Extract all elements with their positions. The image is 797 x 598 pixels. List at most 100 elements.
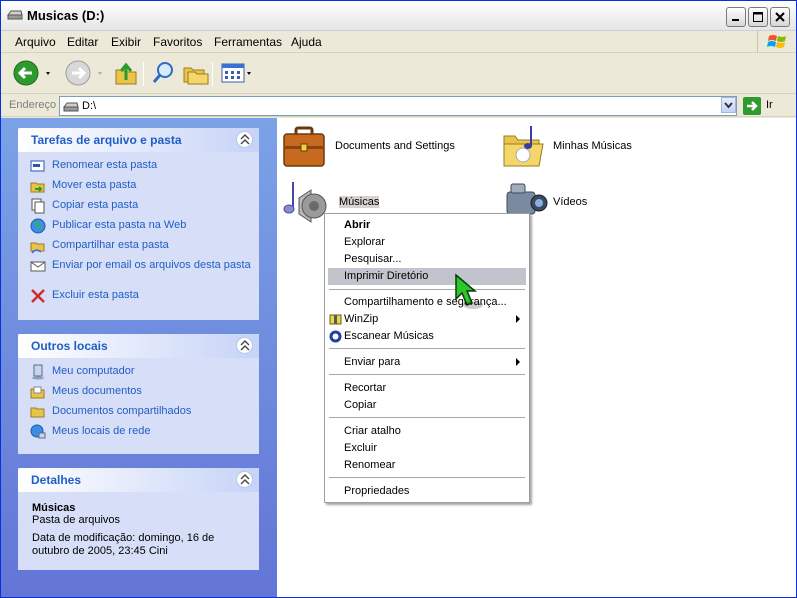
title-bar[interactable]: Musicas (D:) [1,1,796,31]
collapse-button[interactable] [236,337,253,354]
minimize-button[interactable] [726,7,746,27]
menu-bar: Arquivo Editar Exibir Favoritos Ferramen… [1,31,796,53]
details-modified: Data de modificação: domingo, 16 de outu… [32,532,215,557]
menu-separator [329,417,525,418]
close-button[interactable] [770,7,790,27]
menu-item-cut[interactable]: Recortar [328,380,526,397]
forward-button[interactable] [65,60,107,91]
up-folder-button[interactable] [114,60,140,91]
folder-icon [30,407,45,418]
address-value: D:\ [82,100,97,112]
menu-exibir[interactable]: Exibir [111,35,141,49]
task-delete-folder[interactable]: Excluir esta pasta [30,288,251,308]
chevron-up-icon [240,474,250,485]
search-icon [152,62,173,83]
collapse-button[interactable] [236,471,253,488]
windows-flag-icon [767,35,786,48]
task-email-files[interactable]: Enviar por email os arquivos desta pasta [30,258,251,288]
address-input[interactable]: D:\ [59,96,737,116]
menu-item-rename[interactable]: Renomear [328,457,526,474]
mouse-cursor-icon [455,273,483,309]
back-button[interactable] [13,60,55,91]
menu-separator [329,374,525,375]
explorer-window: Musicas (D:) Arquivo Editar Exibir Favor… [0,0,797,598]
back-arrow-icon [13,60,50,86]
address-label: Endereço [9,99,57,111]
panel-file-tasks-header[interactable]: Tarefas de arquivo e pasta [18,128,259,152]
menu-item-open[interactable]: Abrir [328,217,526,234]
go-arrow-icon [747,101,758,111]
menu-separator [329,477,525,478]
panel-details-header[interactable]: Detalhes [18,468,259,492]
email-icon [30,261,46,272]
context-menu: Abrir Explorar Pesquisar... Imprimir Dir… [324,213,530,503]
task-move-folder[interactable]: Mover esta pasta [30,178,251,198]
menu-item-winzip[interactable]: WinZip [328,311,526,328]
forward-arrow-icon [65,60,102,86]
menu-item-scan-music[interactable]: Escanear Músicas [328,328,526,345]
place-shared-documents[interactable]: Documentos compartilhados [30,404,251,424]
menu-favoritos[interactable]: Favoritos [153,35,202,49]
details-name: Músicas [32,502,76,514]
maximize-icon [753,12,763,22]
winzip-icon [329,314,342,325]
panel-file-tasks: Tarefas de arquivo e pasta Renomear esta… [18,128,259,320]
folders-icon [183,67,209,85]
folders-button[interactable] [182,60,210,91]
folder-label: Músicas [339,196,380,208]
task-copy-folder[interactable]: Copiar esta pasta [30,198,251,218]
antivirus-icon [329,330,342,343]
collapse-button[interactable] [236,131,253,148]
move-folder-icon [30,182,45,193]
rename-icon [30,160,45,172]
menu-arquivo[interactable]: Arquivo [15,35,56,49]
panel-details: Detalhes Músicas Pasta de arquivos Data … [18,468,259,570]
task-publish-web[interactable]: Publicar esta pasta na Web [30,218,251,238]
menu-editar[interactable]: Editar [67,35,98,49]
task-rename-folder[interactable]: Renomear esta pasta [30,158,251,178]
views-button[interactable] [220,60,256,91]
folder-label: Minhas Músicas [553,140,632,152]
go-button[interactable] [743,97,761,115]
folder-minhas-musicas[interactable]: Minhas Músicas [501,122,691,172]
briefcase-icon [283,126,325,167]
menu-item-search[interactable]: Pesquisar... [328,251,526,268]
place-my-computer[interactable]: Meu computador [30,364,251,384]
maximize-button[interactable] [748,7,768,27]
computer-icon [32,364,44,380]
folder-documents-and-settings[interactable]: Documents and Settings [281,122,471,172]
menu-item-create-shortcut[interactable]: Criar atalho [328,423,526,440]
windows-logo [757,31,795,53]
menu-item-copy[interactable]: Copiar [328,397,526,414]
menu-item-print-directory[interactable]: Imprimir Diretório [328,268,526,285]
menu-ajuda[interactable]: Ajuda [291,35,322,49]
address-bar: Endereço D:\ Ir [1,95,796,117]
chevron-up-icon [240,340,250,351]
address-dropdown-button[interactable] [721,97,736,113]
place-my-documents[interactable]: Meus documentos [30,384,251,404]
menu-item-send-to[interactable]: Enviar para [328,354,526,371]
chevron-down-icon [724,102,733,109]
task-share-folder[interactable]: Compartilhar esta pasta [30,238,251,258]
menu-ferramentas[interactable]: Ferramentas [214,35,282,49]
copy-icon [31,198,45,214]
submenu-arrow-icon [516,358,520,366]
drive-icon [7,10,23,20]
menu-item-delete[interactable]: Excluir [328,440,526,457]
documents-folder-icon [30,386,45,399]
panel-title: Tarefas de arquivo e pasta [31,133,182,147]
globe-icon [30,218,46,234]
place-network[interactable]: Meus locais de rede [30,424,251,444]
menu-item-explore[interactable]: Explorar [328,234,526,251]
go-label[interactable]: Ir [766,99,773,111]
submenu-arrow-icon [516,315,520,323]
menu-item-sharing[interactable]: Compartilhamento e segurança... [328,294,526,311]
details-type: Pasta de arquivos [32,514,121,526]
toolbar-separator [212,62,213,86]
window-title: Musicas (D:) [27,8,105,23]
search-button[interactable] [151,60,177,91]
menu-separator [329,348,525,349]
panel-other-places-header[interactable]: Outros locais [18,334,259,358]
music-folder-icon [503,126,544,167]
menu-item-properties[interactable]: Propriedades [328,483,526,500]
